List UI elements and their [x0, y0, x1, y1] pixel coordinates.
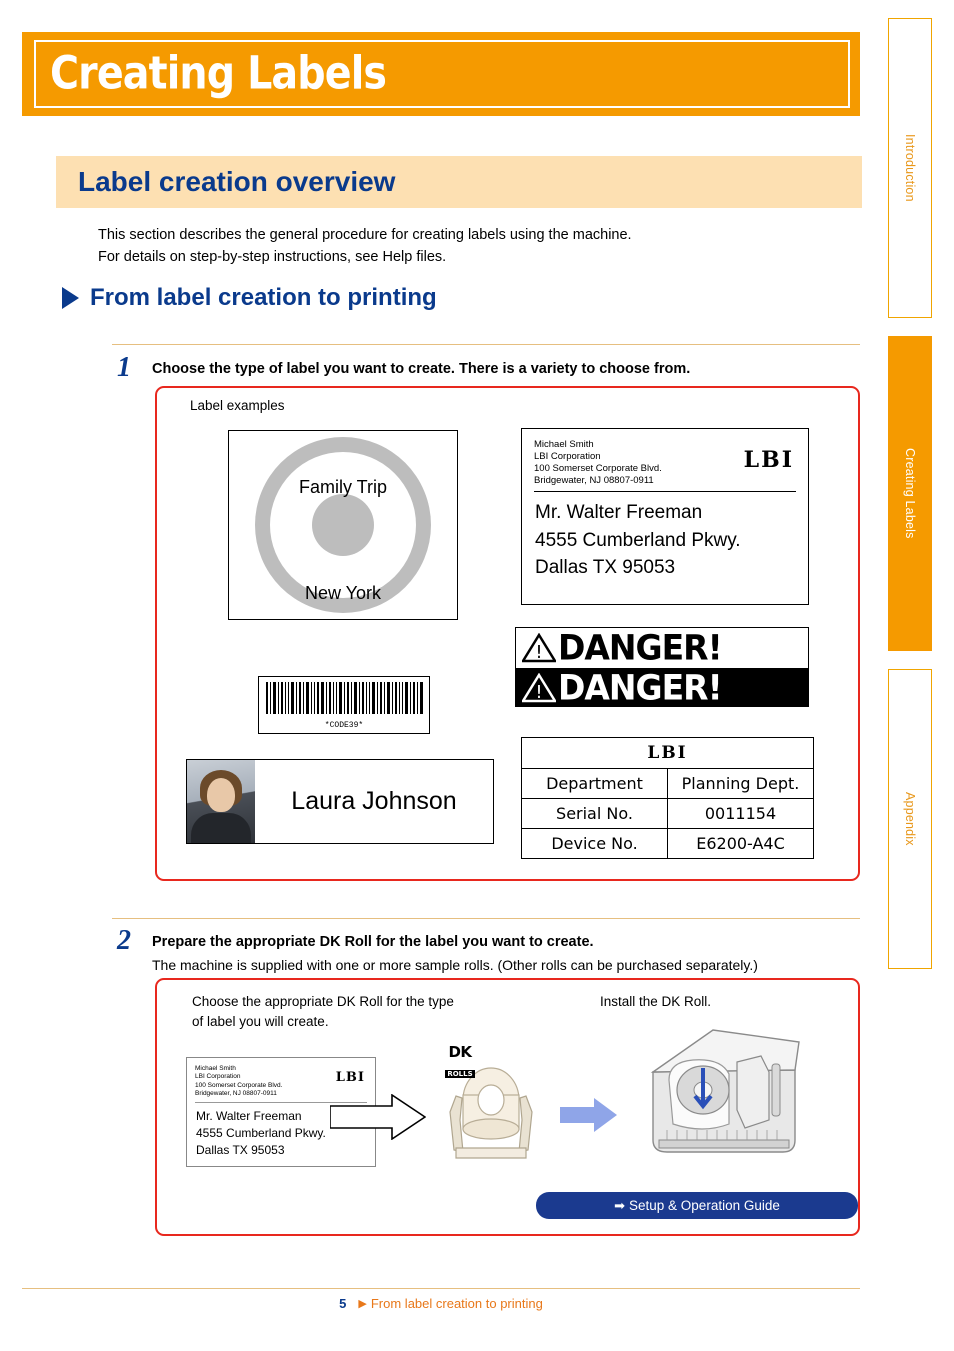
svg-text:!: !: [535, 642, 542, 663]
page-content: Creating Labels Label creation overview …: [0, 0, 880, 1351]
step-2-left-caption-line-2: of label you will create.: [192, 1013, 329, 1029]
mini-address-recipient-block: Mr. Walter Freeman 4555 Cumberland Pkwy.…: [196, 1108, 326, 1158]
table-row: Serial No. 0011154: [522, 799, 813, 829]
table-value-serial-no: 0011154: [704, 804, 777, 823]
cd-center-hole: [312, 494, 374, 556]
triangle-bullet-icon: [62, 287, 79, 309]
footer-arrow-icon: ▶: [358, 1298, 367, 1310]
step-2-right-caption: Install the DK Roll.: [600, 994, 712, 1009]
page-title: Creating Labels: [50, 46, 387, 100]
side-tab-creating-labels-label: Creating Labels: [903, 448, 917, 539]
intro-line-1: This section describes the general proce…: [98, 227, 632, 243]
mini-recipient-line-2: 4555 Cumberland Pkwy.: [196, 1125, 326, 1140]
address-label-example: Michael Smith LBI Corporation 100 Somers…: [521, 428, 809, 605]
side-tab-appendix[interactable]: Appendix: [888, 669, 932, 969]
photo-id-label-example: Laura Johnson: [186, 759, 494, 844]
page-footer: 5 ▶ From label creation to printing: [22, 1296, 860, 1311]
mini-recipient-line-3: Dallas TX 95053: [196, 1142, 285, 1157]
asset-table-logo: LBI: [522, 738, 813, 769]
table-key-device-no: Device No.: [522, 829, 668, 858]
address-recipient-line-1: Mr. Walter Freeman: [535, 502, 703, 523]
page-number: 5: [339, 1296, 347, 1311]
step-2-number: 2: [117, 925, 131, 956]
danger-row-white: ! DANGER!: [516, 628, 808, 667]
divider-rule-1: [112, 344, 860, 345]
cd-label-example: Family Trip New York: [228, 430, 458, 620]
table-key-department: Department: [522, 769, 668, 798]
svg-text:!: !: [535, 682, 542, 703]
address-recipient-line-2: 4555 Cumberland Pkwy.: [535, 529, 741, 551]
table-value-department: Planning Dept.: [681, 774, 800, 793]
setup-operation-guide-button[interactable]: ➡ Setup & Operation Guide: [536, 1192, 858, 1219]
cd-label-line-2: New York: [304, 583, 382, 603]
side-tab-appendix-label: Appendix: [903, 792, 917, 846]
table-value-device-no: E6200-A4C: [696, 834, 785, 853]
danger-word-black: DANGER!: [558, 667, 723, 708]
address-sender-line-4: Bridgewater, NJ 08807-0911: [534, 474, 654, 486]
guide-arrow-icon: ➡: [614, 1197, 626, 1213]
section-intro: This section describes the general proce…: [98, 224, 858, 269]
person-photo: [187, 760, 255, 843]
cd-label-line-1: Family Trip: [298, 477, 387, 497]
photo-face-shape: [207, 778, 235, 812]
side-tab-navigation: Introduction Creating Labels Appendix: [888, 18, 932, 987]
photo-body-shape: [191, 813, 251, 843]
dk-badge-line-2: ROLLS: [445, 1070, 475, 1078]
step-1-number: 1: [117, 352, 131, 383]
barcode-text: *CODE39*: [324, 721, 364, 730]
dk-roll-badge: DK ROLLS: [440, 1043, 480, 1080]
danger-row-black: ! DANGER!: [516, 668, 808, 707]
step-1-title: Choose the type of label you want to cre…: [152, 361, 691, 377]
guide-button-label: Setup & Operation Guide: [629, 1198, 780, 1213]
divider-rule-2: [112, 918, 860, 919]
address-divider: [534, 491, 796, 492]
page-title-banner: Creating Labels: [22, 32, 860, 116]
side-tab-introduction-label: Introduction: [903, 134, 917, 202]
barcode-label-example: *CODE39*: [258, 676, 430, 734]
side-tab-introduction[interactable]: Introduction: [888, 18, 932, 318]
step-2-left-caption-line-1: Choose the appropriate DK Roll for the t…: [192, 994, 454, 1009]
blue-arrow-icon: [560, 1098, 617, 1132]
table-key-serial-no: Serial No.: [522, 799, 668, 828]
warning-triangle-icon-inverse: !: [522, 672, 556, 703]
step-2-left-caption: Choose the appropriate DK Roll for the t…: [192, 992, 522, 1031]
mini-recipient-line-1: Mr. Walter Freeman: [196, 1109, 302, 1123]
barcode-graphic: [266, 682, 423, 714]
mini-lbi-logo: LBI: [335, 1070, 365, 1085]
warning-triangle-icon: !: [522, 632, 556, 663]
danger-word-white: DANGER!: [558, 627, 723, 668]
lbi-logo: LBI: [743, 447, 794, 473]
subsection-heading: From label creation to printing: [62, 284, 437, 312]
printer-illustration: [650, 1029, 800, 1153]
asset-table-label-example: LBI Department Planning Dept. Serial No.…: [521, 737, 814, 859]
step-2-subtitle: The machine is supplied with one or more…: [152, 957, 758, 973]
step-2-title: Prepare the appropriate DK Roll for the …: [152, 934, 594, 950]
dk-badge-line-1: DK: [448, 1043, 472, 1061]
address-recipient-block: Mr. Walter Freeman 4555 Cumberland Pkwy.…: [535, 499, 741, 582]
photo-id-name: Laura Johnson: [291, 787, 457, 815]
table-row: Department Planning Dept.: [522, 769, 813, 799]
side-tab-creating-labels[interactable]: Creating Labels: [888, 336, 932, 651]
table-row: Device No. E6200-A4C: [522, 829, 813, 858]
intro-line-2: For details on step-by-step instructions…: [98, 249, 447, 266]
footer-divider: [22, 1288, 860, 1289]
subsection-title: From label creation to printing: [90, 284, 437, 311]
label-examples-caption: Label examples: [190, 398, 285, 413]
section-title: Label creation overview: [78, 166, 396, 197]
footer-text: From label creation to printing: [370, 1296, 543, 1311]
section-header-bar: Label creation overview: [56, 156, 862, 208]
danger-label-example: ! DANGER! ! DANGER!: [515, 627, 809, 707]
white-block-arrow-icon: [330, 1094, 426, 1140]
address-recipient-line-3: Dallas TX 95053: [535, 557, 676, 579]
